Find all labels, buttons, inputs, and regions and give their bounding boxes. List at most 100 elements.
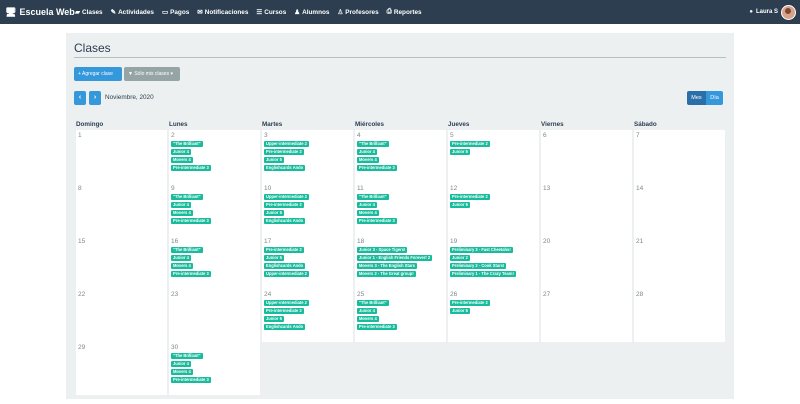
class-event[interactable]: Englishcards Ando [264, 324, 306, 330]
calendar-day-cell[interactable]: 14 [634, 183, 725, 236]
calendar-day-cell[interactable]: 2 "The Brilliant" Junior 4 Movers 4 Pre-inte… [169, 130, 260, 183]
class-event[interactable]: Preliminary 3 - Fast Cheetahs! [450, 247, 513, 253]
class-event[interactable]: Movers 4 [357, 210, 379, 216]
calendar-day-cell[interactable]: 1 [76, 130, 167, 183]
calendar-day-cell[interactable]: 8 [76, 183, 167, 236]
calendar-day-cell[interactable]: 17 Pre-intermediate 2 Junior 5 Englishcards… [262, 236, 353, 289]
nav-item-profesores[interactable]: ♙ Profesores [337, 8, 378, 17]
class-event[interactable]: Junior 5 [264, 210, 284, 216]
class-event[interactable]: "The Brilliant" [171, 141, 203, 147]
calendar-day-cell[interactable]: 22 [76, 289, 167, 342]
class-event[interactable]: Movers 4 [171, 369, 193, 375]
class-event[interactable]: Junior 4 [357, 202, 377, 208]
class-event[interactable]: Pre-intermediate 3 [357, 218, 397, 224]
calendar-day-cell[interactable]: 6 [541, 130, 632, 183]
class-event[interactable]: Pre-intermediate 3 [171, 218, 211, 224]
class-event[interactable]: Pre-intermediate 3 [171, 271, 211, 277]
calendar-day-cell[interactable]: 4 "The Brilliant" Junior 4 Movers 4 Pre-inte… [355, 130, 446, 183]
class-event[interactable]: "The Brilliant" [171, 247, 203, 253]
class-event[interactable]: Upper-intermediate 2 [264, 300, 309, 306]
class-event[interactable]: Junior 4 [171, 361, 191, 367]
class-event[interactable]: Preliminary 2 - Cook Stars! [450, 263, 507, 269]
nav-item-notificaciones[interactable]: ✉ Notificaciones [197, 8, 248, 17]
class-event[interactable]: Junior 2 [450, 255, 470, 261]
add-class-button[interactable]: + Agregar clase [74, 67, 122, 81]
calendar-day-cell[interactable]: 7 [634, 130, 725, 183]
class-event[interactable]: "The Brilliant" [171, 194, 203, 200]
class-event[interactable]: "The Brilliant" [357, 194, 389, 200]
class-event[interactable]: Englishcards Ando [264, 263, 306, 269]
class-event[interactable]: Junior 4 [357, 149, 377, 155]
calendar-day-cell[interactable]: 11 "The Brilliant" Junior 4 Movers 4 Pre-int… [355, 183, 446, 236]
class-event[interactable]: Pre-intermediate 2 [264, 247, 304, 253]
nav-item-alumnos[interactable]: ♟ Alumnos [294, 8, 329, 17]
nav-item-reportes[interactable]: ⎙ Reportes [387, 8, 422, 16]
class-event[interactable]: Junior 1 - English Friends Forever! 2 [357, 255, 433, 261]
class-event[interactable]: Pre-intermediate 3 [357, 324, 397, 330]
class-event[interactable]: Junior 4 [171, 255, 191, 261]
calendar-day-cell[interactable]: 28 [634, 289, 725, 342]
calendar-day-cell[interactable]: 18 Junior 3 - Space Tigers! Junior 1 - Eng… [355, 236, 446, 289]
calendar-day-cell[interactable]: 24 Upper-intermediate 2 Pre-intermediate 2… [262, 289, 353, 342]
class-event[interactable]: Englishcards Ando [264, 218, 306, 224]
calendar-day-cell[interactable]: 15 [76, 236, 167, 289]
calendar-day-cell[interactable]: 27 [541, 289, 632, 342]
next-month-button[interactable]: › [89, 91, 101, 105]
class-event[interactable]: Junior 5 [264, 255, 284, 261]
class-event[interactable]: Pre-intermediate 3 [357, 165, 397, 171]
my-classes-filter-button[interactable]: ▼ Sólo mis clases ▾ [124, 67, 180, 81]
class-event[interactable]: Junior 5 [264, 316, 284, 322]
class-event[interactable]: "The Brilliant" [357, 300, 389, 306]
class-event[interactable]: Movers 2 - The Great group! [357, 271, 416, 277]
calendar-day-cell[interactable]: 9 "The Brilliant" Junior 4 Movers 4 Pre-inte… [169, 183, 260, 236]
class-event[interactable]: Pre-intermediate 2 [450, 194, 490, 200]
class-event[interactable]: Junior 5 [264, 157, 284, 163]
class-event[interactable]: Preliminary 1 - The Crazy Team! [450, 271, 516, 277]
calendar-day-cell[interactable]: 12 Pre-intermediate 2 Junior 5 [448, 183, 539, 236]
class-event[interactable]: Upper-intermediate 2 [264, 141, 309, 147]
class-event[interactable]: Movers 4 [357, 316, 379, 322]
class-event[interactable]: Movers 4 [171, 210, 193, 216]
class-event[interactable]: Junior 4 [171, 149, 191, 155]
calendar-day-cell[interactable]: 16 "The Brilliant" Junior 4 Movers 4 Pre-int… [169, 236, 260, 289]
nav-item-actividades[interactable]: ✎ Actividades [111, 8, 154, 17]
nav-item-cursos[interactable]: ☰ Cursos [256, 8, 286, 17]
class-event[interactable]: "The Brilliant" [357, 141, 389, 147]
calendar-day-cell[interactable]: 19 Preliminary 3 - Fast Cheetahs! Junior 2… [448, 236, 539, 289]
class-event[interactable]: Movers 3 - The English Stars [357, 263, 417, 269]
class-event[interactable]: Pre-intermediate 2 [264, 308, 304, 314]
calendar-day-cell[interactable]: 21 [634, 236, 725, 289]
class-event[interactable]: Movers 4 [171, 157, 193, 163]
calendar-day-cell[interactable]: 3 Upper-intermediate 2 Pre-intermediate 2 J… [262, 130, 353, 183]
class-event[interactable]: Pre-intermediate 2 [264, 202, 304, 208]
brand[interactable]: 🖥 Escuela Web [5, 0, 75, 24]
calendar-day-cell[interactable]: 5 Pre-intermediate 2 Junior 5 [448, 130, 539, 183]
class-event[interactable]: Junior 4 [171, 202, 191, 208]
prev-month-button[interactable]: ‹ [74, 91, 86, 105]
calendar-day-cell[interactable]: 20 [541, 236, 632, 289]
class-event[interactable]: Upper-intermediate 2 [264, 271, 309, 277]
class-event[interactable]: Pre-intermediate 2 [264, 149, 304, 155]
class-event[interactable]: Junior 5 [450, 202, 470, 208]
nav-item-clases[interactable]: ▰ Clases [75, 8, 103, 17]
class-event[interactable]: "The Brilliant" [171, 353, 203, 359]
calendar-day-cell[interactable]: 23 [169, 289, 260, 342]
class-event[interactable]: Movers 4 [357, 157, 379, 163]
calendar-day-cell[interactable]: 25 "The Brilliant" Junior 4 Movers 4 Pre-int… [355, 289, 446, 342]
calendar-day-cell[interactable]: 13 [541, 183, 632, 236]
view-day-button[interactable]: Día [706, 91, 723, 105]
class-event[interactable]: Movers 4 [171, 263, 193, 269]
view-month-button[interactable]: Mes [687, 91, 706, 105]
class-event[interactable]: Pre-intermediate 2 [450, 300, 490, 306]
class-event[interactable]: Englishcards Ando [264, 165, 306, 171]
calendar-day-cell[interactable]: 10 Upper-intermediate 2 Pre-intermediate 2… [262, 183, 353, 236]
class-event[interactable]: Pre-intermediate 3 [171, 377, 211, 383]
class-event[interactable]: Junior 5 [450, 149, 470, 155]
class-event[interactable]: Pre-intermediate 3 [171, 165, 211, 171]
class-event[interactable]: Upper-intermediate 2 [264, 194, 309, 200]
nav-item-pagos[interactable]: ▭ Pagos [162, 8, 189, 17]
class-event[interactable]: Pre-intermediate 2 [450, 141, 490, 147]
class-event[interactable]: Junior 4 [357, 308, 377, 314]
calendar-day-cell[interactable]: 26 Pre-intermediate 2 Junior 5 [448, 289, 539, 342]
calendar-day-cell[interactable]: 30 "The Brilliant" Junior 4 Movers 4 Pre-int… [169, 342, 260, 395]
